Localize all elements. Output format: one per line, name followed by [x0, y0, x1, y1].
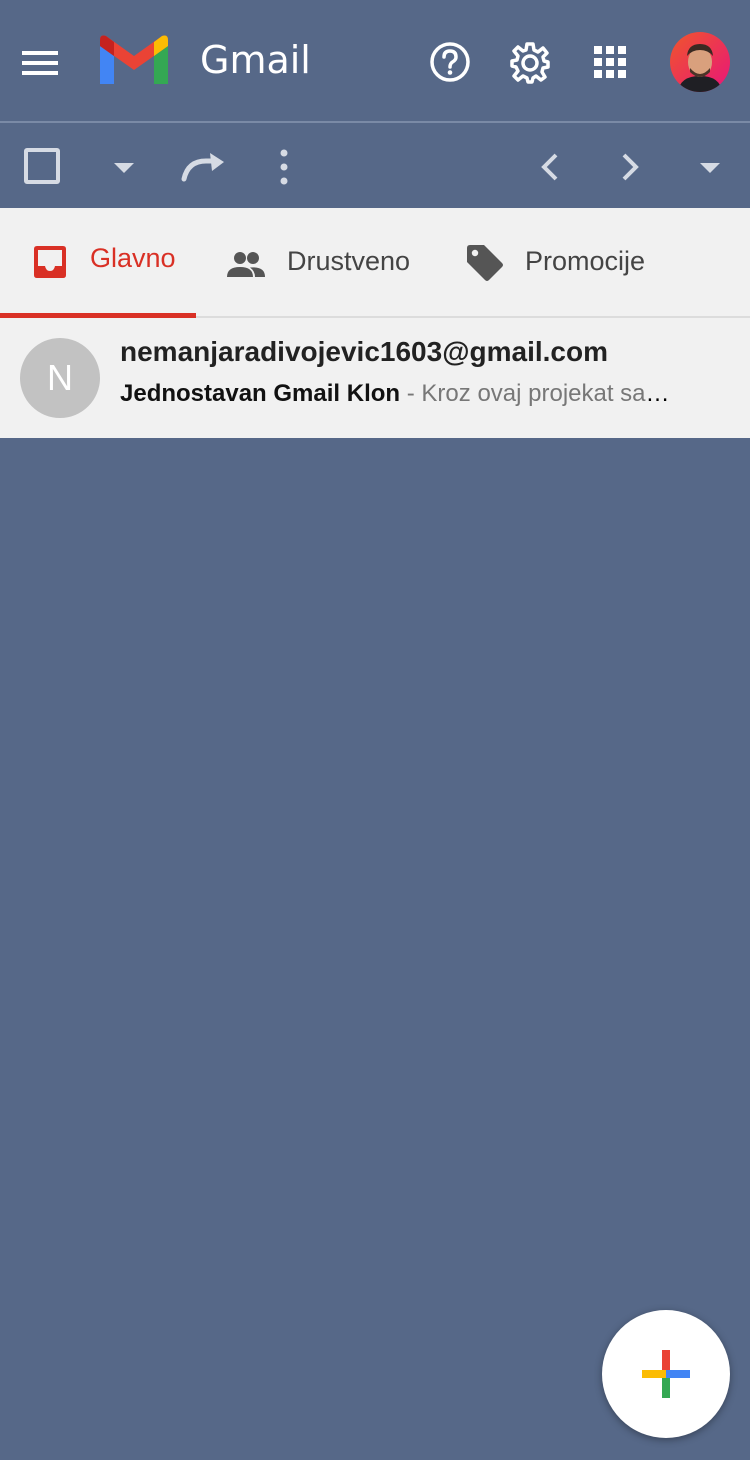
account-avatar[interactable] — [670, 32, 730, 92]
settings-icon[interactable] — [508, 40, 552, 84]
tab-promotions[interactable]: Promocije — [452, 208, 682, 316]
next-page-icon[interactable] — [616, 147, 644, 187]
inbox-icon — [30, 242, 70, 282]
more-options-icon[interactable] — [274, 147, 294, 187]
email-list-item[interactable]: N nemanjaradivojevic1603@gmail.com Jedno… — [0, 318, 750, 438]
select-all-checkbox[interactable] — [24, 148, 60, 184]
tag-icon — [464, 242, 504, 282]
menu-icon[interactable] — [18, 44, 62, 82]
help-icon[interactable] — [428, 40, 472, 84]
tab-label: Promocije — [525, 246, 646, 276]
tab-primary[interactable]: Glavno — [0, 208, 196, 318]
compose-plus-icon — [642, 1350, 690, 1398]
email-snippet: Kroz ovaj projekat sam naučio — [421, 380, 686, 407]
tab-social[interactable]: Drustveno — [212, 208, 432, 316]
people-icon — [226, 244, 266, 284]
apps-grid-icon[interactable] — [588, 40, 632, 84]
app-brand: Gmail — [200, 38, 311, 82]
view-dropdown-icon[interactable] — [698, 161, 722, 175]
category-tabs: Glavno Drustveno Promocije — [0, 208, 750, 318]
prev-page-icon[interactable] — [536, 147, 564, 187]
refresh-icon[interactable] — [180, 149, 228, 185]
tab-label: Drustveno — [287, 246, 411, 276]
gmail-logo-icon[interactable] — [96, 32, 172, 88]
email-separator: - — [406, 380, 415, 407]
app-header: Gmail — [0, 0, 750, 123]
mail-toolbar — [0, 125, 750, 208]
select-dropdown-icon[interactable] — [112, 161, 136, 175]
email-subject: Jednostavan Gmail Klon — [120, 380, 401, 407]
email-preview-line: Jednostavan Gmail Klon - Kroz ovaj proje… — [120, 380, 686, 408]
tab-label: Glavno — [90, 243, 176, 273]
sender-avatar: N — [20, 338, 100, 418]
email-sender: nemanjaradivojevic1603@gmail.com — [120, 336, 608, 367]
compose-button[interactable] — [602, 1310, 730, 1438]
